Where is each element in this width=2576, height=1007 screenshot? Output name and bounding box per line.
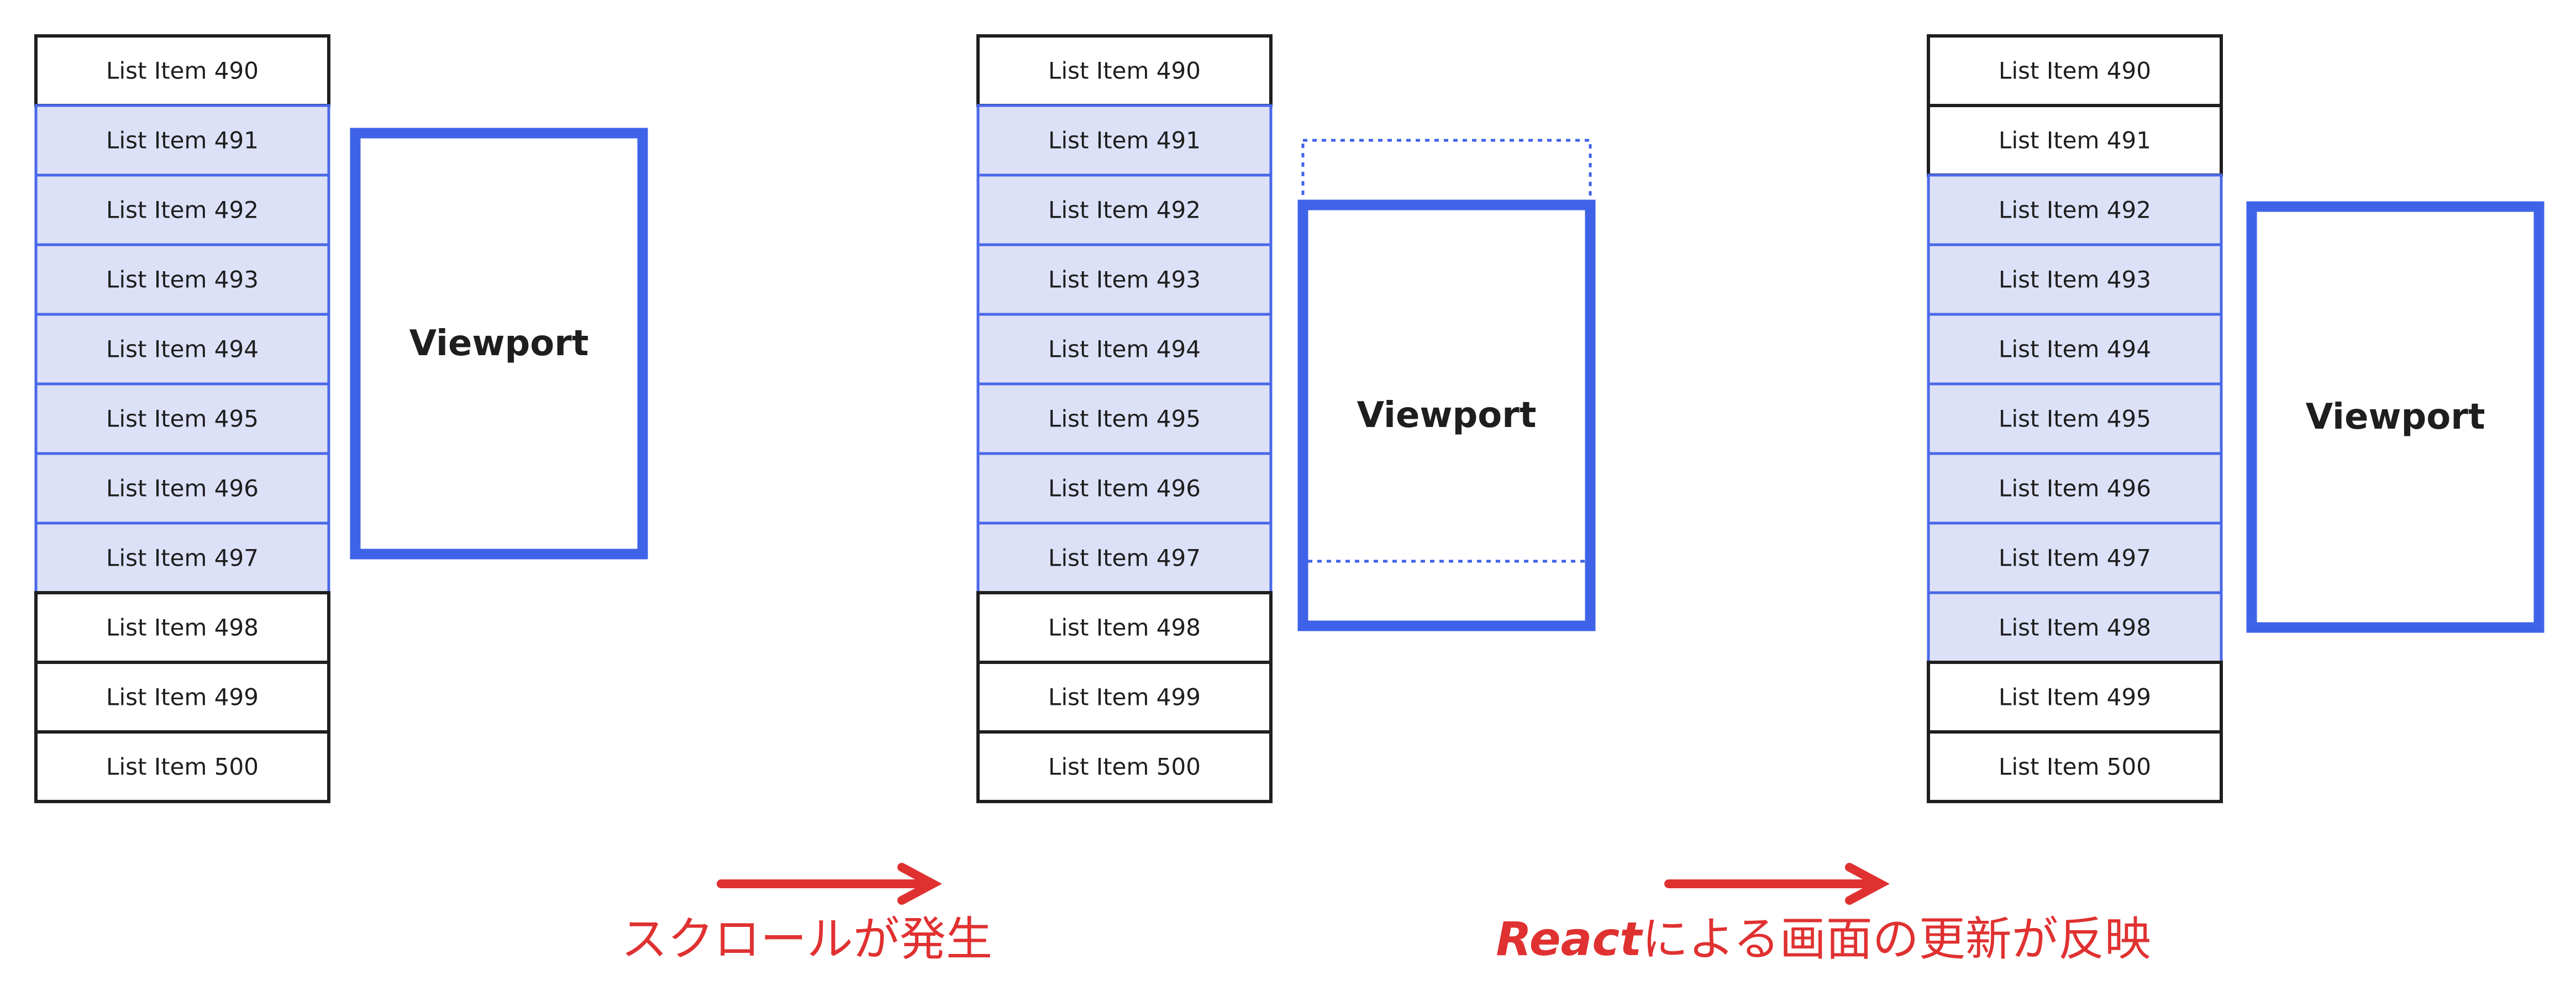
list-item: List Item 491: [34, 104, 330, 177]
list-item-label: List Item 496: [106, 475, 259, 502]
virtual-scroll-diagram: List Item 490 List Item 491 List Item 492 L…: [34, 34, 2545, 966]
list-item: List Item 494: [1927, 313, 2223, 386]
list-item-label: List Item 492: [106, 197, 259, 224]
list-item: List Item 499: [1927, 661, 2223, 734]
caption-scroll: スクロールが発生: [621, 912, 992, 966]
list-item: List Item 495: [1927, 382, 2223, 455]
viewport-label: Viewport: [409, 323, 589, 364]
list-item: List Item 496: [976, 452, 1273, 525]
list-item: List Item 497: [976, 521, 1273, 594]
list-item: List Item 495: [34, 382, 330, 455]
list-item-label: List Item 500: [1999, 753, 2151, 781]
list-item-label: List Item 499: [106, 684, 259, 711]
list-item-label: List Item 493: [1999, 266, 2151, 293]
list-item-label: List Item 497: [1999, 545, 2151, 572]
list-item: List Item 498: [1927, 591, 2223, 664]
list-item-label: List Item 495: [1048, 405, 1201, 433]
list-item: List Item 490: [34, 34, 330, 107]
list-item: List Item 500: [1927, 730, 2223, 803]
list-item: List Item 494: [976, 313, 1273, 386]
list-item-label: List Item 494: [106, 336, 259, 363]
panel-before-scroll: List Item 490 List Item 491 List Item 492 L…: [34, 34, 648, 803]
list-item-label: List Item 492: [1048, 197, 1201, 224]
list-item: List Item 491: [1927, 104, 2223, 177]
list-item-label: List Item 491: [1048, 127, 1201, 154]
list-item: List Item 493: [976, 243, 1273, 316]
panel-after-react-update: List Item 490 List Item 491 List Item 492 L…: [1927, 34, 2545, 803]
list-item: List Item 500: [34, 730, 330, 803]
viewport-label: Viewport: [1357, 395, 1537, 436]
list-item: List Item 493: [1927, 243, 2223, 316]
list-item: List Item 494: [34, 313, 330, 386]
list-item-label: List Item 491: [106, 127, 259, 154]
list-item-label: List Item 498: [1999, 614, 2151, 641]
list-item-label: List Item 500: [106, 753, 259, 781]
list-item: List Item 497: [34, 521, 330, 594]
list-item: List Item 492: [34, 173, 330, 246]
list-item-label: List Item 490: [106, 57, 259, 85]
list-item-label: List Item 490: [1999, 57, 2151, 85]
arrow-scroll: [717, 863, 942, 905]
list-item-label: List Item 497: [1048, 545, 1201, 572]
list-item-label: List Item 491: [1999, 127, 2151, 154]
list-item: List Item 496: [1927, 452, 2223, 525]
list-item-label: List Item 498: [1048, 614, 1201, 641]
list-item: List Item 498: [34, 591, 330, 664]
list-item-label: List Item 495: [1999, 405, 2151, 433]
list-item: List Item 497: [1927, 521, 2223, 594]
list-item-label: List Item 500: [1048, 753, 1201, 781]
caption-react-strong: React: [1496, 912, 1643, 966]
list-item: List Item 499: [976, 661, 1273, 734]
list-item: List Item 495: [976, 382, 1273, 455]
list-item-label: List Item 490: [1048, 57, 1201, 85]
list-item: List Item 500: [976, 730, 1273, 803]
arrow-react-update: [1664, 863, 1890, 905]
caption-react-rest: による画面の更新が反映: [1642, 912, 2151, 966]
list-item-label: List Item 493: [1048, 266, 1201, 293]
list-item: List Item 490: [1927, 34, 2223, 107]
list-item-label: List Item 494: [1048, 336, 1201, 363]
list-item: List Item 499: [34, 661, 330, 734]
list-item-label: List Item 495: [106, 405, 259, 433]
list-item-label: List Item 497: [106, 545, 259, 572]
list-item: List Item 496: [34, 452, 330, 525]
list-item-label: List Item 499: [1999, 684, 2151, 711]
list-item-label: List Item 499: [1048, 684, 1201, 711]
caption-react-update: Reactによる画面の更新が反映: [1496, 912, 2151, 966]
list-item-label: List Item 493: [106, 266, 259, 293]
list-item-label: List Item 498: [106, 614, 259, 641]
list-item-label: List Item 496: [1048, 475, 1201, 502]
viewport-label: Viewport: [2306, 397, 2485, 437]
panel-after-scroll: List Item 490 List Item 491 List Item 492 L…: [976, 34, 1596, 803]
list-item: List Item 493: [34, 243, 330, 316]
list-item: List Item 490: [976, 34, 1273, 107]
list-item: List Item 491: [976, 104, 1273, 177]
list-item-label: List Item 496: [1999, 475, 2151, 502]
list-item-label: List Item 492: [1999, 197, 2151, 224]
list-item: List Item 492: [1927, 173, 2223, 246]
list-item: List Item 492: [976, 173, 1273, 246]
list-item: List Item 498: [976, 591, 1273, 664]
list-item-label: List Item 494: [1999, 336, 2151, 363]
